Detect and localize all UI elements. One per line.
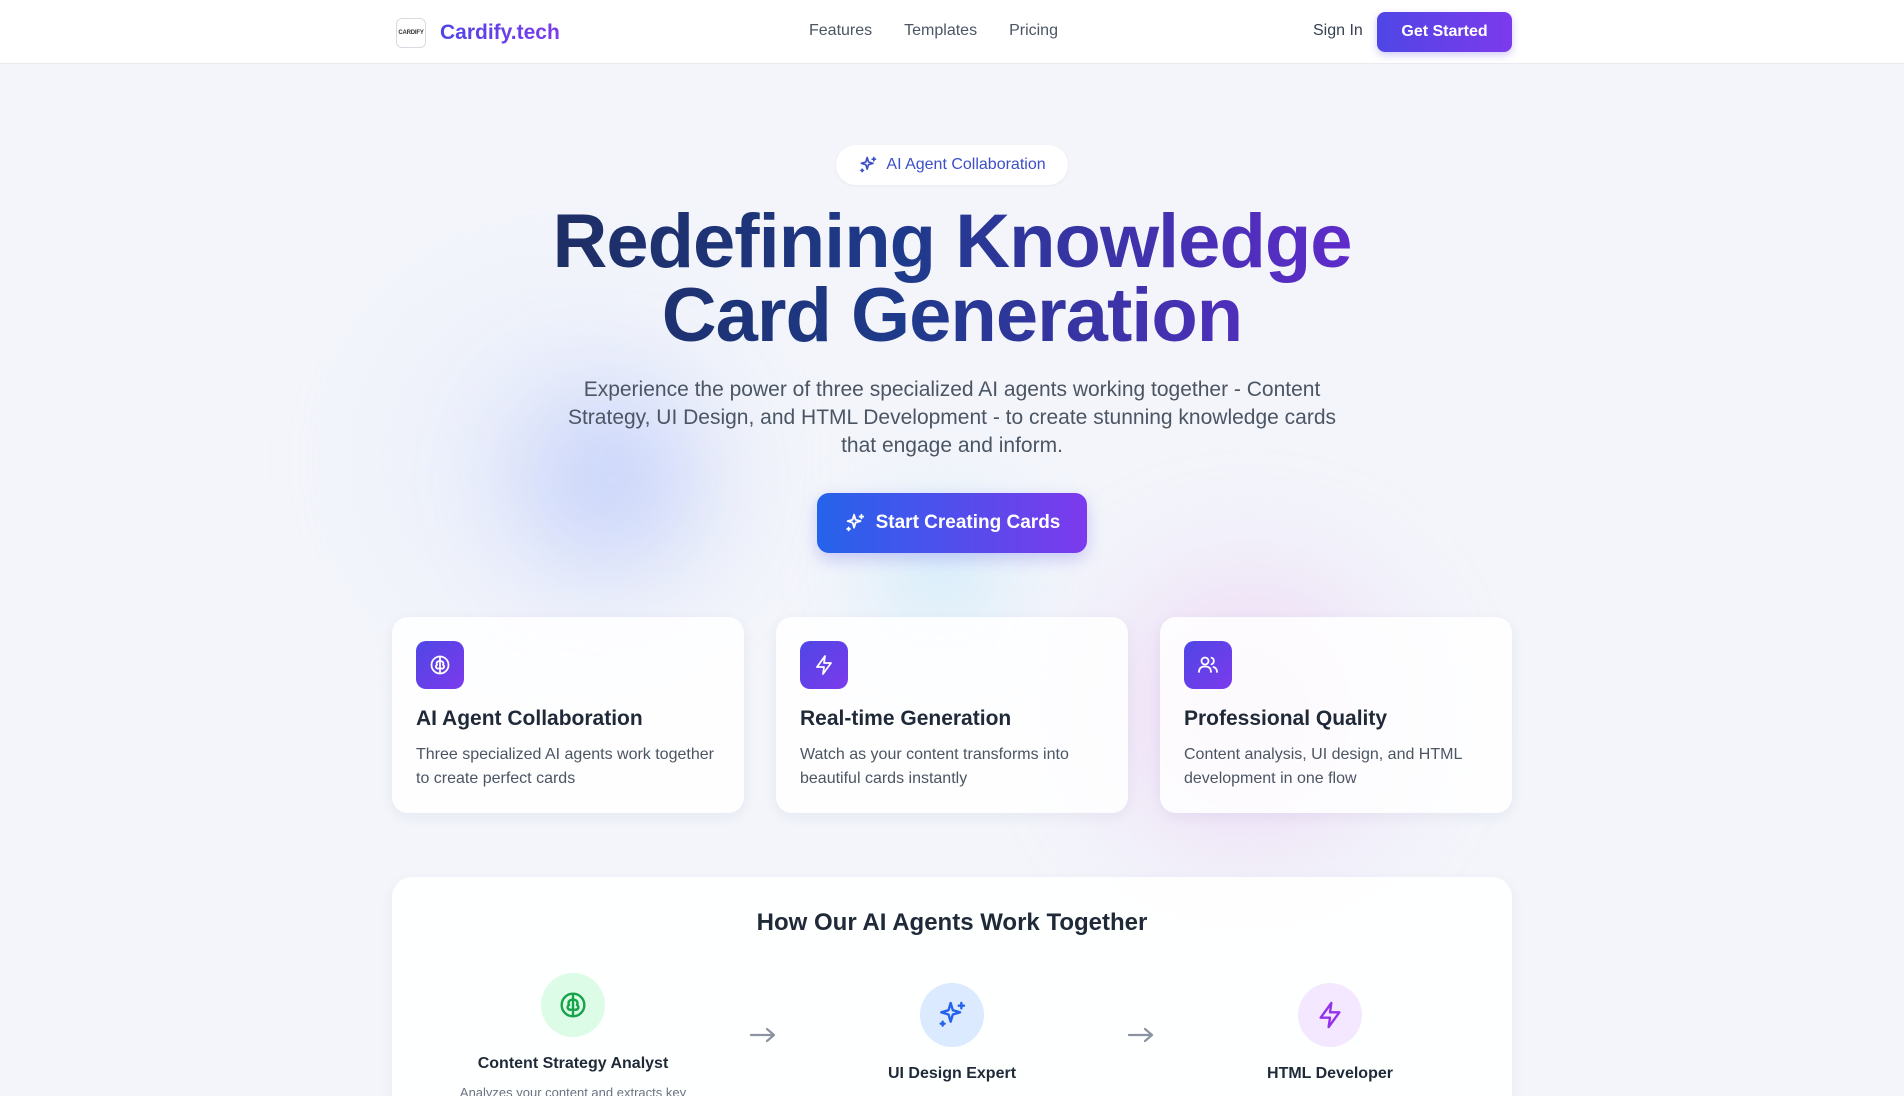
start-creating-cards-button[interactable]: Start Creating Cards [817,493,1087,553]
nav-link-templates[interactable]: Templates [904,22,977,40]
agent-name: HTML Developer [1267,1065,1393,1082]
brand-name[interactable]: Cardify.tech [440,21,560,45]
feature-title: Real-time Generation [800,707,1012,730]
sparkles-icon [845,513,864,532]
feature-card-professional-quality: Professional Quality Content analysis, U… [1160,617,1512,813]
feature-card-real-time: Real-time Generation Watch as your conte… [776,617,1128,813]
how-it-works-section: How Our AI Agents Work Together Content … [392,877,1512,1096]
agent-content-strategy: Content Strategy Analyst Analyzes your c… [423,973,723,1096]
get-started-button[interactable]: Get Started [1377,12,1512,52]
agent-html-developer: HTML Developer [1180,983,1480,1083]
arrow-right-icon [1127,1027,1154,1043]
agent-name: Content Strategy Analyst [477,1055,669,1072]
lightning-icon [1298,983,1362,1047]
section-title: How Our AI Agents Work Together [756,909,1148,936]
cta-label: Start Creating Cards [875,512,1061,533]
hero-badge: AI Agent Collaboration [836,145,1068,185]
brain-icon [541,973,605,1037]
feature-description: Watch as your content transforms into be… [800,746,1069,787]
feature-title: Professional Quality [1184,707,1388,730]
hero-title-line-2: Card Generation [661,273,1243,358]
nav-link-pricing[interactable]: Pricing [1009,22,1058,40]
users-icon [1184,641,1232,689]
top-navigation-bar: CARDIFY Cardify.tech Features Templates … [0,0,1904,64]
hero-title-line-1: Redefining Knowledge [552,199,1352,284]
hero-badge-label: AI Agent Collaboration [886,156,1046,173]
agent-name: UI Design Expert [887,1065,1017,1082]
sparkles-icon [860,156,877,173]
arrow-right-icon [749,1027,776,1043]
brain-icon [416,641,464,689]
hero-subtitle: Experience the power of three specialize… [567,378,1337,457]
nav-link-features[interactable]: Features [809,22,872,40]
main-nav: Features Templates Pricing [809,22,1058,40]
brand[interactable]: CARDIFY Cardify.tech [396,18,560,48]
sign-in-link[interactable]: Sign In [1313,22,1363,40]
lightning-icon [800,641,848,689]
feature-description: Three specialized AI agents work togethe… [416,746,714,787]
agent-description: Analyzes your content and extracts key [459,1085,687,1096]
feature-card-ai-collaboration: AI Agent Collaboration Three specialized… [392,617,744,813]
feature-description: Content analysis, UI design, and HTML de… [1184,746,1462,787]
feature-title: AI Agent Collaboration [416,707,643,730]
brand-logo[interactable]: CARDIFY [396,18,426,48]
hero-title: Redefining Knowledge Card Generation [452,205,1452,353]
sparkles-icon [920,983,984,1047]
agent-ui-design: UI Design Expert [802,983,1102,1083]
